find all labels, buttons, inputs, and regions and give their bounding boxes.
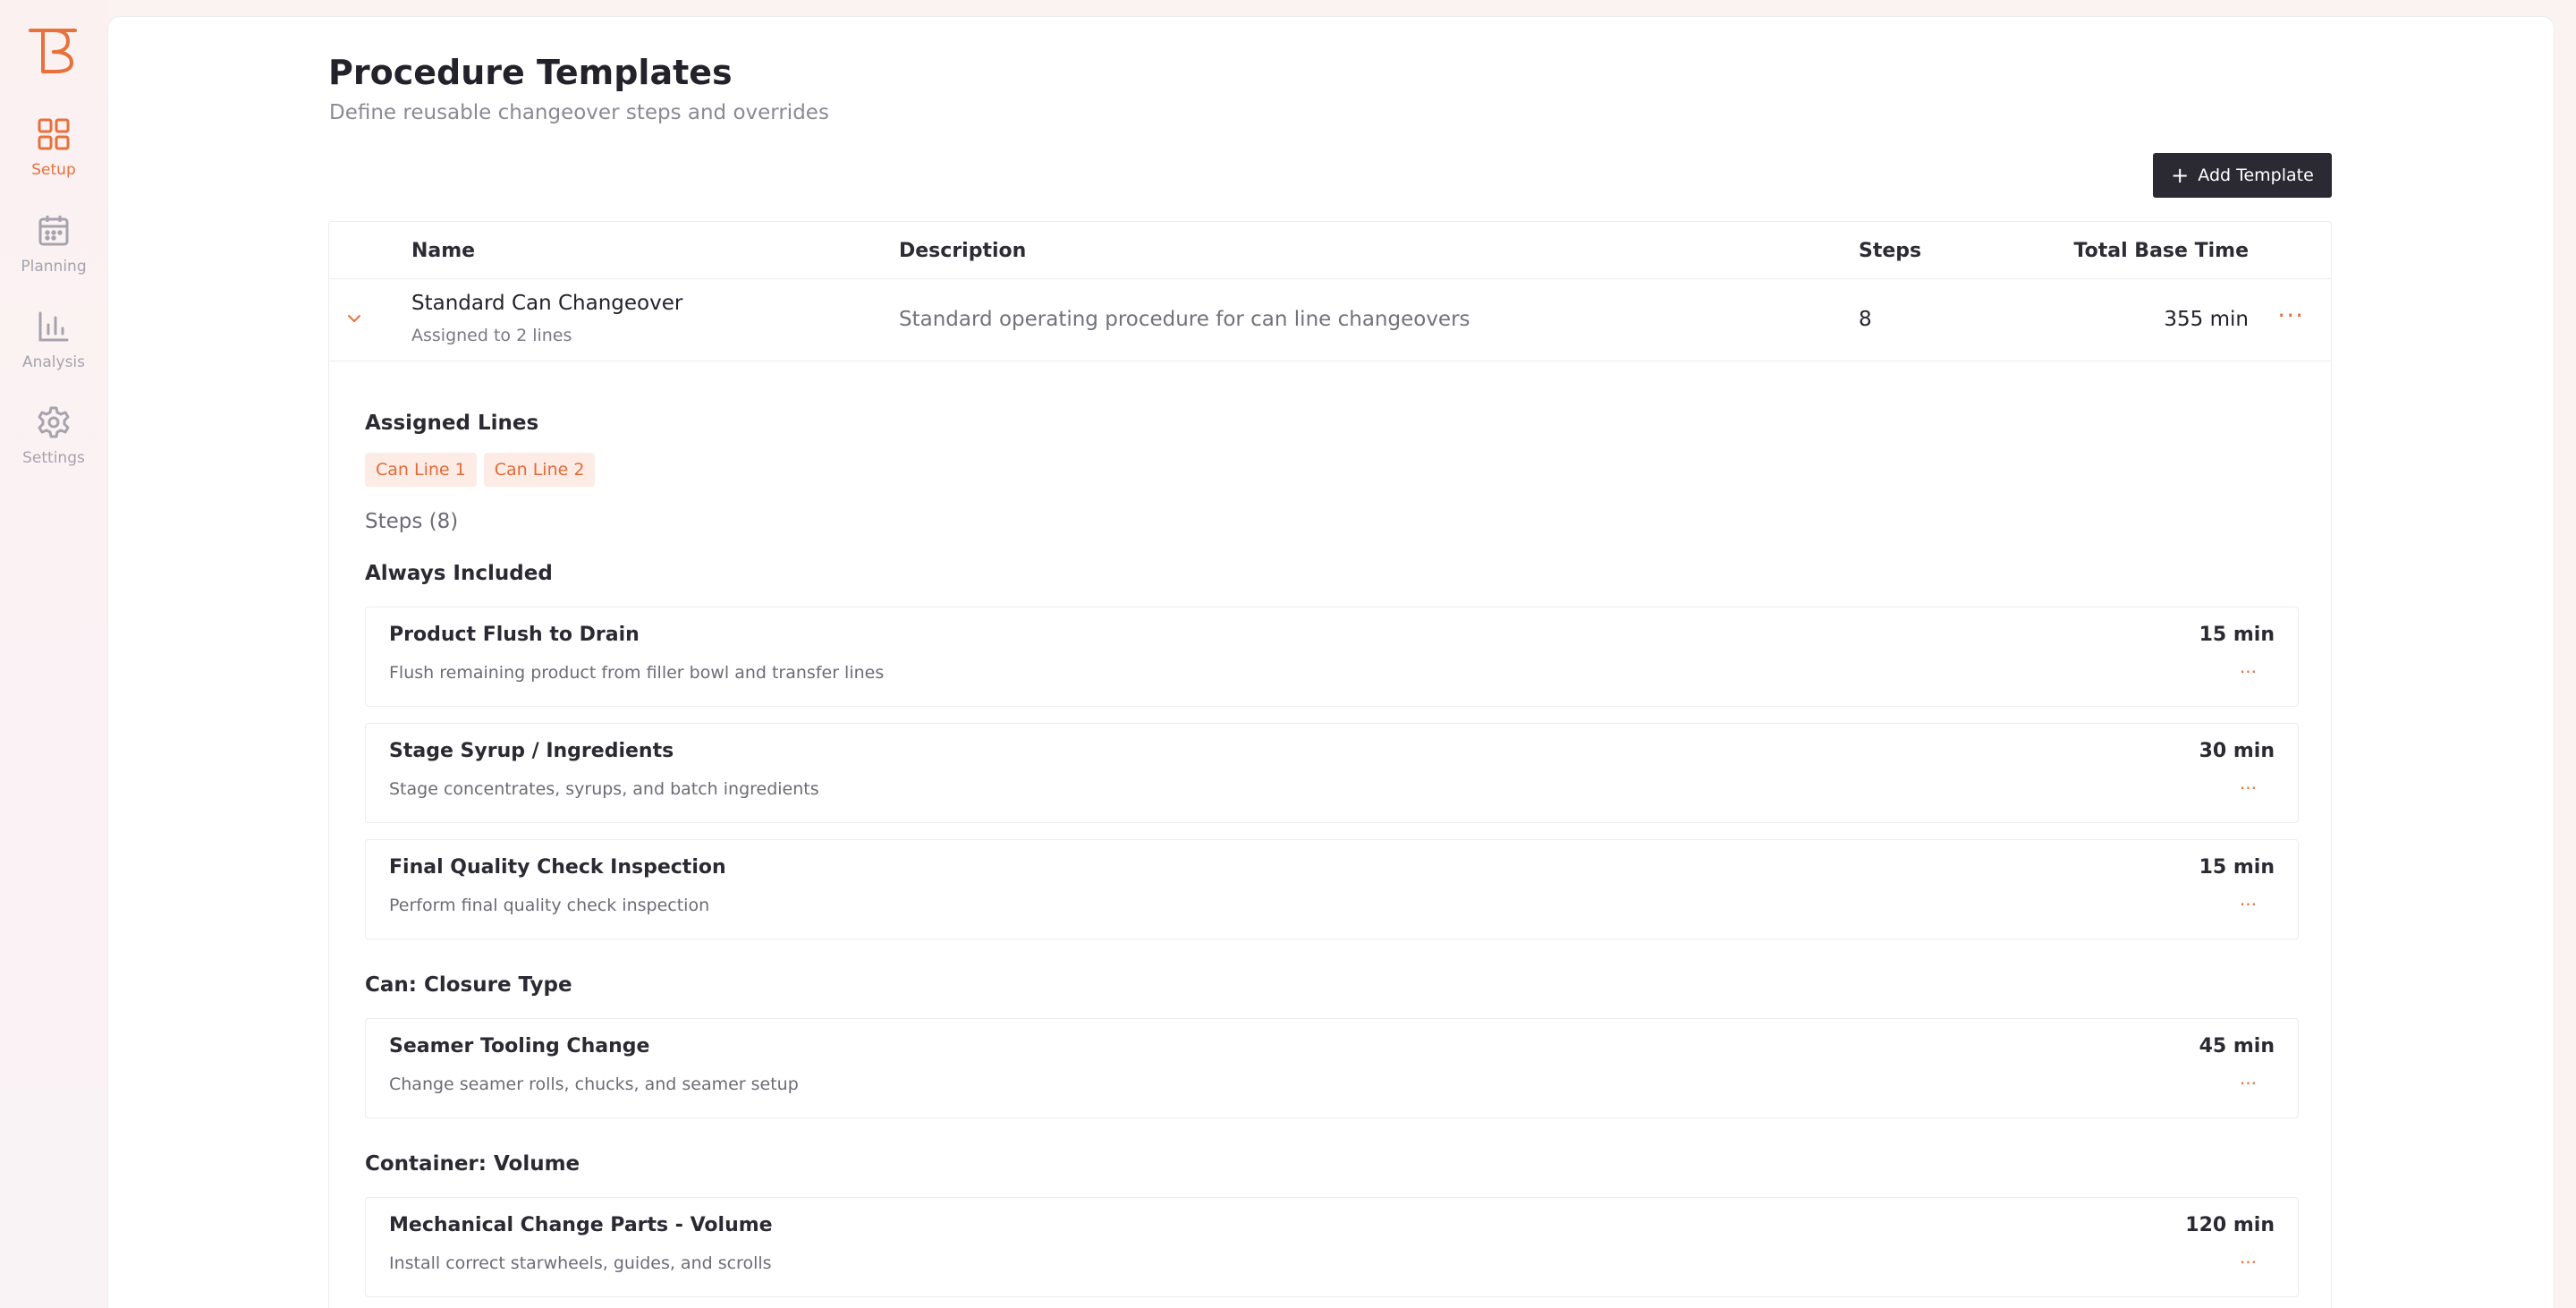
page-subtitle: Define reusable changeover steps and ove… [329,101,829,124]
step-more-icon[interactable]: ··· [2240,661,2257,683]
step-more-icon[interactable]: ··· [2240,894,2257,915]
step-more-icon[interactable]: ··· [2240,1073,2257,1094]
assigned-lines-tags: Can Line 1 Can Line 2 [365,453,596,487]
sidebar-item-label: Analysis [21,353,86,371]
column-header-steps[interactable]: Steps [1859,240,1921,262]
line-tag: Can Line 1 [365,453,477,487]
table-row[interactable]: Standard Can Changeover Assigned to 2 li… [329,279,2331,361]
app: Setup Planning Analysis Settings Procedu… [0,0,2576,1308]
assigned-lines-title: Assigned Lines [365,412,539,435]
sidebar-item-analysis[interactable]: Analysis [0,309,107,384]
step-card: Final Quality Check Inspection Perform f… [365,839,2299,939]
sidebar-item-label: Planning [21,258,87,276]
step-card: Product Flush to Drain Flush remaining p… [365,607,2299,707]
step-card: Seamer Tooling Change Change seamer roll… [365,1018,2299,1118]
step-name: Mechanical Change Parts - Volume [389,1214,773,1236]
step-name: Final Quality Check Inspection [389,856,726,879]
step-time: 15 min [2199,856,2275,879]
step-time: 15 min [2199,624,2275,646]
step-more-icon[interactable]: ··· [2240,777,2257,799]
template-total-time: 355 min [2164,308,2249,331]
sidebar-item-label: Setup [31,161,76,179]
sidebar-item-setup[interactable]: Setup [0,116,107,191]
step-time: 30 min [2199,740,2275,762]
step-description: Install correct starwheels, guides, and … [389,1253,772,1273]
step-name: Seamer Tooling Change [389,1035,650,1057]
group-title-always-included: Always Included [365,562,553,585]
group-title-volume: Container: Volume [365,1152,580,1176]
step-time: 45 min [2199,1035,2275,1057]
template-name: Standard Can Changeover [411,292,683,315]
step-name: Stage Syrup / Ingredients [389,740,674,762]
step-name: Product Flush to Drain [389,624,640,646]
table-header: Name Description Steps Total Base Time [329,222,2331,279]
logo-icon[interactable] [27,25,79,75]
gear-icon [38,406,70,438]
sidebar-item-planning[interactable]: Planning [0,213,107,288]
calendar-icon [38,216,69,246]
add-template-label: Add Template [2198,166,2314,185]
grid-icon [38,118,70,150]
column-header-description[interactable]: Description [899,240,1026,262]
template-steps-count: 8 [1859,308,1872,331]
main-panel: Procedure Templates Define reusable chan… [107,16,2555,1308]
step-description: Stage concentrates, syrups, and batch in… [389,779,819,799]
line-tag: Can Line 2 [483,453,596,487]
page-title: Procedure Templates [328,53,733,92]
steps-count-label: Steps (8) [365,510,459,533]
column-header-name[interactable]: Name [411,240,475,262]
step-description: Perform final quality check inspection [389,896,710,915]
step-card: Mechanical Change Parts - Volume Install… [365,1197,2299,1297]
chevron-down-icon[interactable] [343,308,365,329]
template-description: Standard operating procedure for can lin… [899,308,1470,331]
step-description: Flush remaining product from filler bowl… [389,663,885,683]
plus-icon: + [2171,163,2190,188]
bar-chart-icon [38,311,69,342]
step-more-icon[interactable]: ··· [2240,1252,2257,1273]
sidebar-item-settings[interactable]: Settings [0,404,107,480]
column-header-total-base-time[interactable]: Total Base Time [2074,240,2249,262]
templates-table: Name Description Steps Total Base Time S… [328,221,2332,1308]
row-more-icon[interactable]: ··· [2277,301,2304,330]
add-template-button[interactable]: + Add Template [2153,153,2332,198]
step-card: Stage Syrup / Ingredients Stage concentr… [365,723,2299,823]
step-description: Change seamer rolls, chucks, and seamer … [389,1074,799,1094]
template-assigned-count: Assigned to 2 lines [411,326,572,345]
step-time: 120 min [2185,1214,2275,1236]
sidebar-item-label: Settings [22,449,85,467]
sidebar: Setup Planning Analysis Settings [0,0,107,1308]
group-title-closure-type: Can: Closure Type [365,973,572,997]
